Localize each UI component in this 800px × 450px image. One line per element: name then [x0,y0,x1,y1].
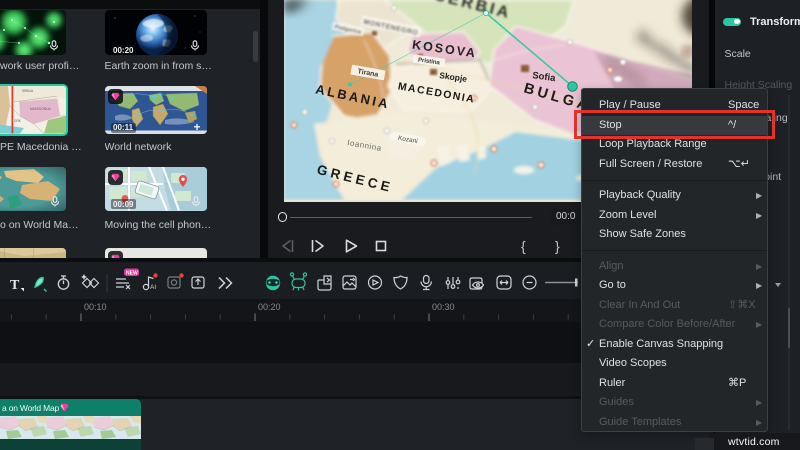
svg-text:GRK: GRK [14,119,22,123]
svg-text:00:30: 00:30 [432,302,455,312]
svg-text:NEW: NEW [126,270,138,276]
svg-text:SRBIJA: SRBIJA [22,89,34,93]
svg-text:T: T [10,278,20,293]
svg-text:MAKEDONIJA: MAKEDONIJA [30,107,52,111]
svg-text:00:20: 00:20 [258,302,281,312]
svg-text:00:10: 00:10 [84,302,107,312]
svg-text:AI: AI [150,284,156,291]
